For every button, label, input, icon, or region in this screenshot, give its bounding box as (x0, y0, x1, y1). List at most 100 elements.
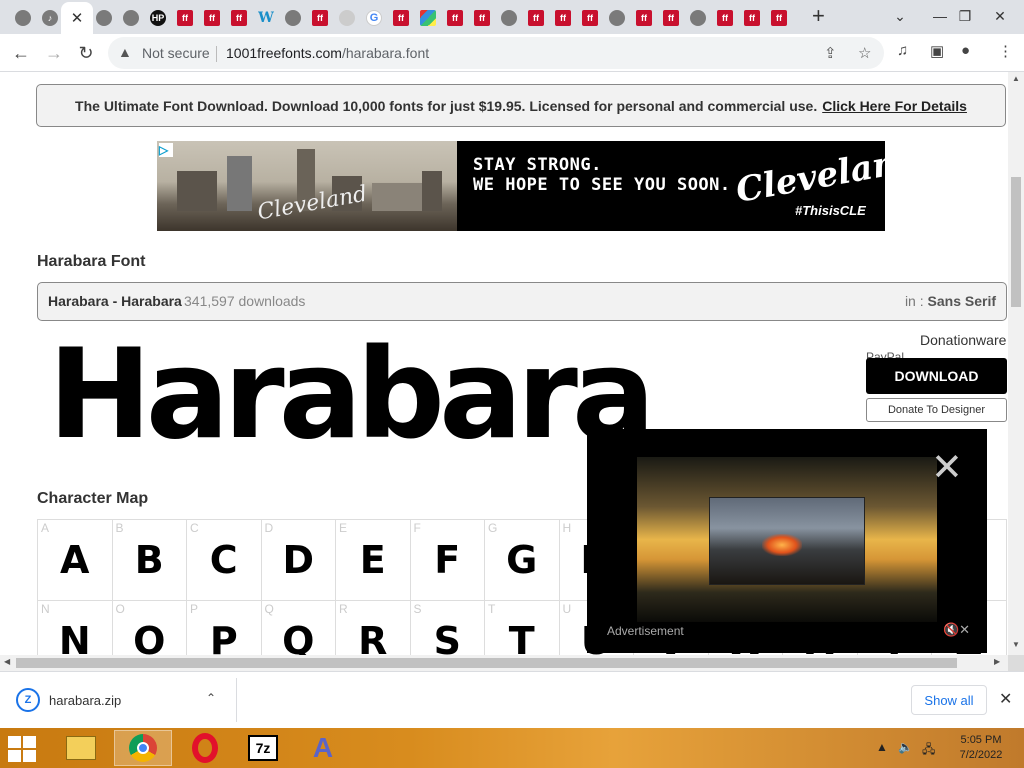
character-cell: CC (187, 520, 262, 601)
tab-search-icon[interactable]: ⌄ (880, 2, 920, 30)
scroll-right-arrow-icon[interactable]: ▶ (994, 657, 1000, 666)
url-text[interactable]: 1001freefonts.com/harabara.font (226, 45, 429, 61)
tab[interactable]: ff (523, 6, 549, 30)
tab[interactable]: ff (550, 6, 576, 30)
tab[interactable] (118, 6, 144, 30)
media-control-icon[interactable]: ♫ (897, 42, 908, 59)
character-cell: RR (336, 601, 411, 655)
address-bar[interactable]: ▲ Not secure 1001freefonts.com/harabara.… (108, 37, 884, 69)
tab[interactable] (604, 6, 630, 30)
character-cell-label: H (562, 521, 572, 535)
tray-overflow-icon[interactable]: ▲ (876, 740, 888, 754)
taskbar-chrome[interactable] (114, 730, 172, 766)
restore-icon[interactable]: ❐ (945, 2, 985, 30)
character-glyph: B (134, 538, 164, 582)
tab[interactable]: ff (388, 6, 414, 30)
adchoices-icon[interactable]: ▷ (159, 143, 173, 157)
video-ad-overlay[interactable]: ✕ Advertisement 🔇✕ (587, 429, 987, 653)
scroll-left-arrow-icon[interactable]: ◀ (4, 657, 10, 666)
fonts-favicon-icon: ff (771, 10, 787, 26)
volume-muted-icon[interactable]: 🔈 (898, 740, 913, 754)
tab[interactable]: ff (442, 6, 468, 30)
character-glyph: Q (282, 619, 315, 655)
tab[interactable]: ♪ (37, 6, 63, 30)
back-arrow-icon[interactable]: ← (8, 40, 34, 66)
donate-button[interactable]: Donate To Designer (866, 398, 1007, 422)
tab-active[interactable]: ✕ (61, 2, 93, 34)
tab[interactable]: ff (712, 6, 738, 30)
mute-icon[interactable]: 🔇✕ (943, 622, 970, 638)
taskbar-7zip[interactable]: 7z (234, 730, 292, 766)
new-tab-button[interactable]: + (812, 5, 832, 28)
fonts-favicon-icon: ff (555, 10, 571, 26)
tab[interactable] (415, 6, 441, 30)
tab[interactable] (10, 6, 36, 30)
character-cell-label: N (41, 602, 50, 616)
tab[interactable]: ff (739, 6, 765, 30)
download-button[interactable]: DOWNLOAD (866, 358, 1007, 394)
menu-kebab-icon[interactable]: ⋮ (998, 42, 1013, 60)
horizontal-scrollbar[interactable]: ◀ ▶ (0, 655, 1008, 671)
globe-favicon-icon (123, 10, 139, 26)
tab[interactable] (334, 6, 360, 30)
scrollbar-corner (1008, 655, 1024, 671)
tab[interactable] (496, 6, 522, 30)
character-cell-label: B (115, 521, 124, 535)
taskbar-app[interactable]: A (294, 730, 352, 766)
tab[interactable]: ff (658, 6, 684, 30)
tab[interactable]: ff (307, 6, 333, 30)
tab[interactable]: ff (199, 6, 225, 30)
tab[interactable]: ff (577, 6, 603, 30)
character-glyph: P (209, 619, 238, 655)
globe-favicon-icon (15, 10, 31, 26)
network-icon[interactable]: 🖧 (922, 740, 935, 761)
close-window-icon[interactable]: ✕ (980, 2, 1020, 30)
chevron-up-icon[interactable]: ⌃ (206, 691, 216, 705)
globe-favicon-icon (96, 10, 112, 26)
tab-close-icon: ✕ (70, 10, 84, 27)
video-close-icon[interactable]: ✕ (931, 449, 963, 487)
tab[interactable] (685, 6, 711, 30)
scroll-down-arrow-icon[interactable]: ▼ (1012, 640, 1020, 649)
promo-details-link[interactable]: Click Here For Details (822, 98, 967, 114)
tab[interactable]: HP (145, 6, 171, 30)
forward-arrow-icon[interactable]: → (41, 40, 67, 66)
tab[interactable]: G (361, 6, 387, 30)
tab[interactable]: ff (631, 6, 657, 30)
windows-start-icon[interactable] (8, 736, 38, 762)
tab[interactable]: ff (469, 6, 495, 30)
taskbar-file-explorer[interactable] (52, 730, 110, 766)
font-name-link[interactable]: Harabara - Harabara (48, 293, 182, 309)
tab[interactable] (280, 6, 306, 30)
side-panel-icon[interactable]: ▣ (930, 42, 944, 60)
tab[interactable] (91, 6, 117, 30)
tab[interactable]: ff (172, 6, 198, 30)
bookmark-star-icon[interactable]: ☆ (858, 44, 871, 62)
profile-avatar-icon[interactable]: ● (961, 42, 970, 59)
url-host: 1001freefonts.com (226, 45, 342, 61)
banner-ad[interactable]: Cleveland ▷ STAY STRONG. WE HOPE TO SEE … (157, 141, 885, 231)
fonts-favicon-icon: ff (717, 10, 733, 26)
warning-triangle-icon[interactable]: ▲ (118, 44, 132, 60)
character-glyph: R (358, 619, 388, 655)
security-label[interactable]: Not secure (142, 45, 210, 61)
share-icon[interactable]: ⇪ (824, 44, 837, 62)
category-link[interactable]: Sans Serif (928, 293, 996, 309)
vertical-scroll-thumb[interactable] (1011, 177, 1021, 307)
zip-file-icon[interactable]: Z (16, 688, 40, 712)
banner-headline-line1: STAY STRONG. (473, 155, 602, 175)
reload-icon[interactable]: ↻ (73, 40, 99, 66)
system-clock[interactable]: 5:05 PM 7/2/2022 (952, 733, 1010, 763)
downloaded-file-name[interactable]: harabara.zip (49, 693, 121, 708)
character-cell-label: C (190, 521, 199, 535)
tab[interactable]: W (253, 6, 279, 30)
scroll-up-arrow-icon[interactable]: ▲ (1012, 74, 1020, 83)
close-shelf-icon[interactable]: ✕ (999, 689, 1012, 709)
tab[interactable]: ff (766, 6, 792, 30)
url-path: /harabara.font (341, 45, 430, 61)
horizontal-scroll-thumb[interactable] (16, 658, 957, 668)
tab[interactable]: ff (226, 6, 252, 30)
taskbar-opera[interactable] (176, 730, 234, 766)
vertical-scrollbar[interactable]: ▲ ▼ (1008, 72, 1024, 655)
show-all-button[interactable]: Show all (911, 685, 987, 715)
